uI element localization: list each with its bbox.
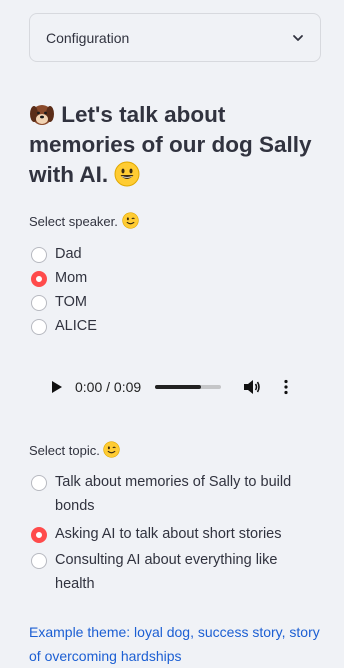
winking-face-icon — [103, 441, 121, 458]
grinning-face-icon — [114, 161, 140, 187]
radio-label: Asking AI to talk about short stories — [55, 526, 282, 542]
speaker-option-alice[interactable]: ALICE — [31, 317, 97, 338]
radio-button[interactable] — [31, 247, 47, 263]
topic-option-short-stories[interactable]: Asking AI to talk about short stories — [31, 525, 331, 546]
radio-button[interactable] — [31, 295, 47, 311]
radio-label: ALICE — [55, 318, 97, 334]
topic-option-memories[interactable]: Talk about memories of Sally to build bo… — [31, 473, 301, 518]
audio-progress-fill — [155, 385, 202, 389]
audio-time: 0:00 / 0:09 — [75, 379, 142, 395]
configuration-label: Configuration — [46, 29, 130, 46]
topic-option-consulting[interactable]: Consulting AI about everything like heal… — [31, 551, 311, 596]
radio-label: Talk about memories of Sally to build bo… — [55, 474, 292, 514]
radio-button[interactable] — [31, 475, 47, 491]
radio-label: Consulting AI about everything like heal… — [55, 552, 278, 592]
radio-label: TOM — [55, 294, 87, 310]
topic-label: Select topic. — [29, 441, 121, 458]
volume-icon[interactable] — [243, 379, 261, 395]
chevron-down-icon — [293, 34, 303, 41]
speaker-label-text: Select speaker. — [29, 214, 118, 229]
play-icon[interactable] — [51, 381, 63, 393]
speaker-label: Select speaker. — [29, 212, 139, 229]
radio-label: Dad — [55, 246, 82, 262]
speaker-option-tom[interactable]: TOM — [31, 293, 87, 314]
dog-face-icon — [30, 105, 54, 125]
topic-label-text: Select topic. — [29, 443, 100, 458]
winking-face-icon — [121, 212, 139, 229]
page-title: Let's talk about memories of our dog Sal… — [29, 100, 329, 190]
title-text: Let's talk about memories of our dog Sal… — [29, 102, 312, 187]
audio-progress-slider[interactable] — [155, 385, 222, 389]
configuration-expander[interactable]: Configuration — [29, 13, 321, 62]
audio-player[interactable]: 0:00 / 0:09 — [29, 362, 321, 412]
more-vert-icon[interactable] — [283, 379, 289, 395]
speaker-option-dad[interactable]: Dad — [31, 245, 82, 266]
radio-button[interactable] — [31, 319, 47, 335]
radio-label: Mom — [55, 270, 88, 286]
speaker-option-mom[interactable]: Mom — [31, 269, 87, 290]
radio-button-selected[interactable] — [31, 271, 47, 287]
example-theme-note: Example theme: loyal dog, success story,… — [29, 624, 320, 664]
radio-button-selected[interactable] — [31, 527, 47, 543]
radio-button[interactable] — [31, 553, 47, 569]
